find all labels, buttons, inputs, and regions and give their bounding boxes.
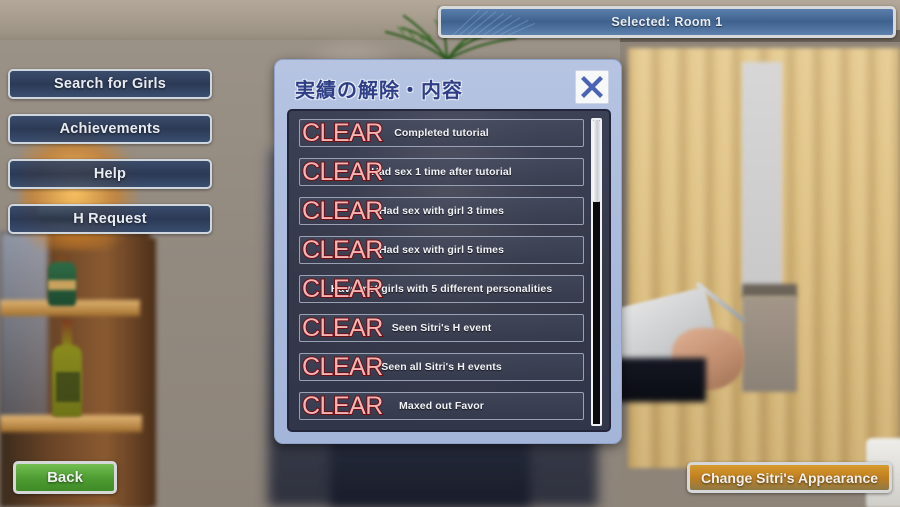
shelf-glass-panel [0, 232, 48, 422]
back-label: Back [47, 469, 83, 486]
sidebar-item-h-request[interactable]: H Request [8, 204, 212, 234]
menu-label: Help [93, 166, 127, 182]
achievement-row[interactable]: CLEAR Seen Sitri's H event [299, 313, 584, 343]
achievement-row[interactable]: CLEAR Have met girls with 5 different per… [299, 274, 584, 304]
achievement-description: Completed tutorial [394, 127, 489, 139]
achievement-row[interactable]: CLEAR Had sex with girl 5 times [299, 235, 584, 265]
clear-status-badge: CLEAR [301, 352, 384, 382]
dialog-title: 実績の解除・内容 [295, 80, 463, 102]
selected-room-bar: Selected: Room 1 [438, 6, 896, 38]
achievement-list-panel: CLEAR Completed tutorial CLEAR Had sex 1 ti… [287, 109, 611, 432]
close-icon[interactable] [575, 70, 609, 104]
sidebar-item-search-for-girls[interactable]: Search for Girls [8, 69, 212, 99]
clear-status-badge: CLEAR [301, 274, 384, 304]
olive-bottle-label [56, 372, 80, 402]
scrollbar-thumb[interactable] [593, 120, 600, 203]
achievement-description: Seen Sitri's H event [391, 322, 492, 334]
menu-label: H Request [73, 211, 147, 227]
achievement-rows: CLEAR Completed tutorial CLEAR Had sex 1 ti… [299, 118, 584, 430]
shelf-side-panel [120, 238, 156, 507]
menu-label: Achievements [59, 121, 161, 137]
achievement-description: Had sex 1 time after tutorial [371, 166, 512, 178]
sidebar-item-achievements[interactable]: Achievements [8, 114, 212, 144]
clear-status-badge: CLEAR [301, 313, 384, 343]
selected-room-label: Selected: Room 1 [611, 15, 723, 29]
sidebar-item-help[interactable]: Help [8, 159, 212, 189]
clear-status-badge: CLEAR [301, 235, 384, 265]
clear-status-badge: CLEAR [301, 157, 384, 187]
green-bottle-label [48, 280, 76, 290]
achievements-dialog: 実績の解除・内容 CLEAR Completed tutorial CLEAR Had… [274, 59, 622, 444]
achievement-description: Seen all Sitri's H events [381, 361, 502, 373]
shelf-board-lower [0, 415, 142, 432]
achievement-row[interactable]: CLEAR Completed tutorial [299, 118, 584, 148]
clear-status-badge: CLEAR [301, 391, 384, 421]
achievement-row[interactable]: CLEAR Had sex 1 time after tutorial [299, 157, 584, 187]
back-button[interactable]: Back [13, 461, 117, 494]
window-lower-wall [742, 296, 797, 392]
achievement-description: Maxed out Favor [399, 400, 484, 412]
achievement-row[interactable]: CLEAR Seen all Sitri's H events [299, 352, 584, 382]
achievement-row[interactable]: CLEAR Maxed out Favor [299, 391, 584, 421]
scrollbar[interactable] [591, 118, 602, 426]
window [742, 62, 782, 292]
change-appearance-label: Change Sitri's Appearance [700, 469, 879, 486]
clear-status-badge: CLEAR [301, 118, 384, 148]
close-x-glyph [581, 76, 603, 98]
achievement-description: Had sex with girl 5 times [378, 244, 505, 256]
change-appearance-button[interactable]: Change Sitri's Appearance [687, 462, 892, 493]
clear-status-badge: CLEAR [301, 196, 384, 226]
achievement-row[interactable]: CLEAR Had sex with girl 3 times [299, 196, 584, 226]
leaf-overlay-icon [452, 10, 535, 35]
menu-label: Search for Girls [54, 76, 166, 92]
achievement-description: Had sex with girl 3 times [378, 205, 505, 217]
